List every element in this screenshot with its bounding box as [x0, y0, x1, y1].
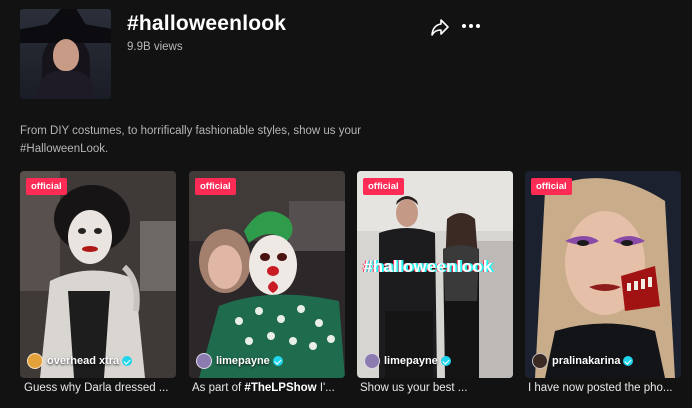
video-author[interactable]: pralinakarina — [532, 353, 634, 369]
author-name: overhead xtra — [47, 355, 120, 367]
video-thumbnail — [189, 171, 345, 378]
video-caption[interactable]: Guess why Darla dressed ... — [24, 382, 182, 394]
video-caption[interactable]: Show us your best ... — [360, 382, 518, 394]
caption-hashtag[interactable]: #TheLPShow — [244, 382, 316, 394]
official-badge: official — [195, 178, 236, 195]
hashtag-description: From DIY costumes, to horrifically fashi… — [20, 125, 362, 155]
video-caption[interactable]: I have now posted the pho... — [528, 382, 686, 394]
author-avatar — [532, 353, 548, 369]
author-avatar — [364, 353, 380, 369]
verified-icon — [440, 356, 451, 366]
video-card[interactable]: official pralinakarina — [525, 171, 681, 378]
hashtag-cover-image — [20, 9, 111, 99]
author-name: limepayne — [216, 355, 270, 367]
video-card[interactable]: official limepayne — [189, 171, 345, 378]
video-author[interactable]: limepayne — [196, 353, 283, 369]
author-avatar — [27, 353, 43, 369]
share-icon[interactable] — [430, 17, 450, 37]
video-card[interactable]: official overhead xtra — [20, 171, 176, 378]
more-icon[interactable] — [460, 16, 482, 36]
verified-icon — [623, 356, 634, 366]
video-author[interactable]: limepayne — [364, 353, 451, 369]
verified-icon — [122, 356, 133, 366]
page-title: #halloweenlook — [127, 12, 287, 35]
video-thumbnail — [525, 171, 681, 378]
official-badge: official — [363, 178, 404, 195]
official-badge: official — [26, 178, 67, 195]
video-overlay-hashtag: #halloweenlook — [363, 257, 493, 276]
author-name: pralinakarina — [552, 355, 621, 367]
official-badge: official — [531, 178, 572, 195]
author-avatar — [196, 353, 212, 369]
video-card[interactable]: official #halloweenlook limepayne — [357, 171, 513, 378]
caption-prefix: As part of — [192, 382, 245, 394]
video-caption[interactable]: As part of #TheLPShow I'... — [192, 382, 350, 394]
caption-suffix: I'... — [316, 382, 335, 394]
author-name: limepayne — [384, 355, 438, 367]
video-thumbnail — [20, 171, 176, 378]
view-count: 9.9B views — [127, 41, 183, 53]
verified-icon — [272, 356, 283, 366]
video-author[interactable]: overhead xtra — [27, 353, 133, 369]
